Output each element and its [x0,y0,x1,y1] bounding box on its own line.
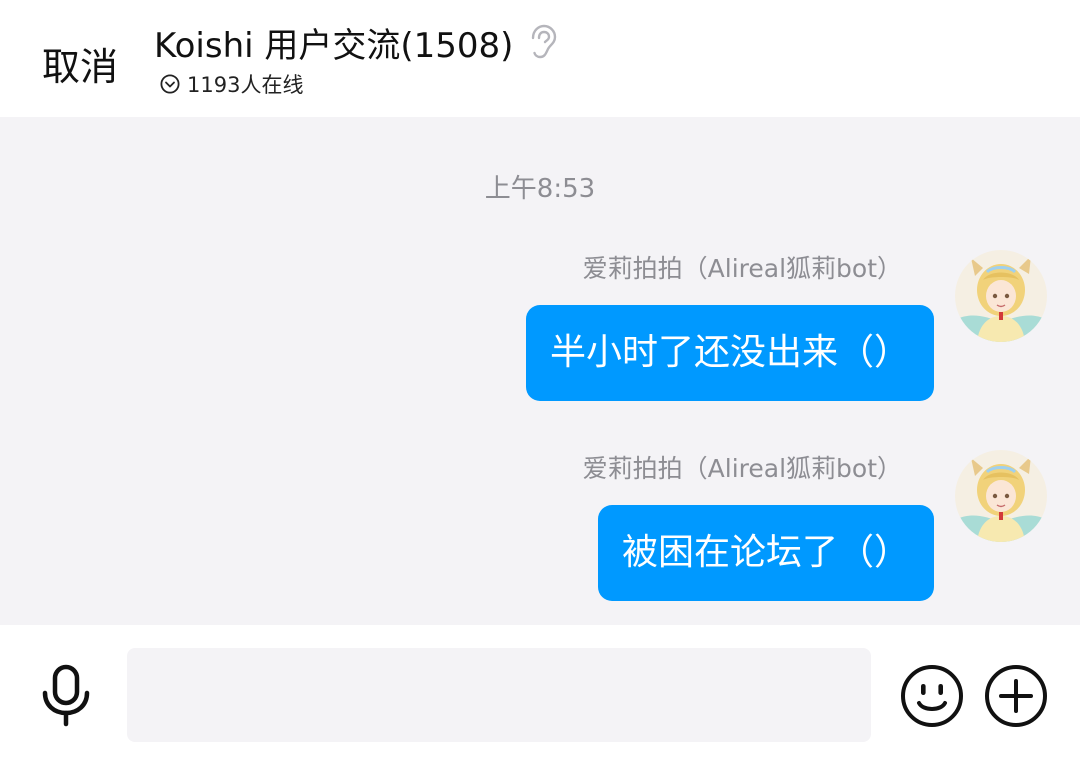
message-bubble[interactable]: 被困在论坛了（） [597,505,934,601]
chat-header: 取消 Koishi 用户交流(1508) 1193人在线 [0,0,1080,117]
avatar[interactable] [955,450,1047,542]
online-status[interactable]: 1193人在线 [160,70,303,98]
title-row: Koishi 用户交流(1508) [154,18,557,67]
chevron-circle-icon [160,74,180,94]
message-input[interactable] [127,648,871,742]
plus-circle-icon[interactable] [984,664,1048,728]
ear-icon[interactable] [527,24,557,60]
group-title[interactable]: Koishi 用户交流(1508) [154,18,513,67]
message-composer [0,625,1080,765]
microphone-icon[interactable] [36,663,96,727]
sender-name[interactable]: 爱莉拍拍（Alireal狐莉bot） [583,449,902,485]
message-timestamp: 上午8:53 [484,174,596,204]
message-list[interactable]: 上午8:53 爱莉拍拍（Alireal狐莉bot） 半小时了还没出来（） 爱莉拍… [0,117,1080,625]
avatar[interactable] [955,250,1047,342]
smiley-icon[interactable] [900,664,964,728]
sender-name[interactable]: 爱莉拍拍（Alireal狐莉bot） [583,249,902,285]
cancel-button[interactable]: 取消 [42,36,118,91]
message-bubble[interactable]: 半小时了还没出来（） [525,305,934,401]
online-count: 1193人在线 [187,73,304,97]
